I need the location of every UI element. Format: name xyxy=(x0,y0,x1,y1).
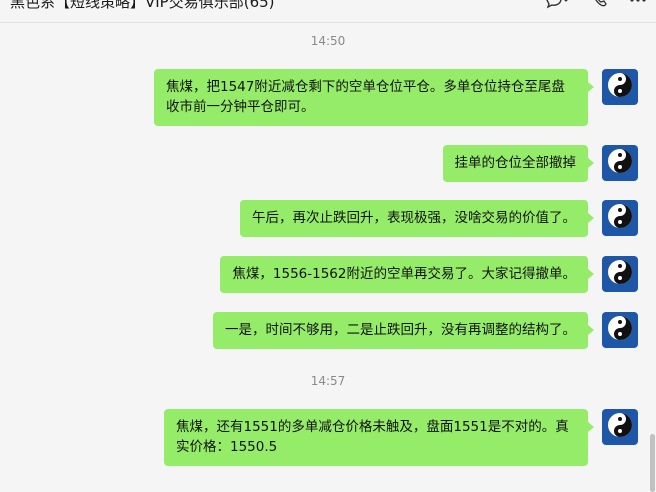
message-row: 一是，时间不够用，二是止跌回升，没有再调整的结构了。 xyxy=(213,312,638,349)
avatar[interactable] xyxy=(602,256,638,292)
scrollbar[interactable] xyxy=(650,22,656,492)
message-bubble[interactable]: 挂单的仓位全部撤掉 xyxy=(442,145,594,182)
chat-title: 黑色系【短线策略】VIP交易俱乐部(65) xyxy=(10,0,275,11)
message-bubble[interactable]: 一是，时间不够用，二是止跌回升，没有再调整的结构了。 xyxy=(213,312,594,349)
avatar[interactable] xyxy=(602,409,638,445)
message-bubble[interactable]: 焦煤，还有1551的多单减仓价格未触及，盘面1551是不对的。真实价格：1550… xyxy=(164,409,594,466)
yin-yang-icon xyxy=(606,147,634,179)
message-bubble[interactable]: 焦煤，把1547附近减仓剩下的空单仓位平仓。多单仓位持仓至尾盘收市前一分钟平仓即… xyxy=(154,69,594,126)
avatar[interactable] xyxy=(602,312,638,348)
timestamp: 14:50 xyxy=(310,34,346,48)
avatar[interactable] xyxy=(602,69,638,105)
message-row: 午后，再次止跌回升，表现极强，没啥交易的价值了。 xyxy=(240,200,638,237)
title-actions xyxy=(544,0,646,10)
title-bar: 黑色系【短线策略】VIP交易俱乐部(65) xyxy=(0,0,656,23)
timestamp: 14:57 xyxy=(310,374,346,388)
yin-yang-icon xyxy=(606,202,634,234)
yin-yang-icon xyxy=(606,71,634,103)
message-row: 焦煤，把1547附近减仓剩下的空单仓位平仓。多单仓位持仓至尾盘收市前一分钟平仓即… xyxy=(154,69,638,126)
message-bubble[interactable]: 焦煤，1556-1562附近的空单再交易了。大家记得撤单。 xyxy=(220,256,594,293)
yin-yang-icon xyxy=(606,314,634,346)
more-icon[interactable] xyxy=(630,0,646,10)
message-row: 挂单的仓位全部撤掉 xyxy=(442,145,638,182)
avatar[interactable] xyxy=(602,200,638,236)
yin-yang-icon xyxy=(606,411,634,443)
chat-icon[interactable] xyxy=(544,0,570,10)
yin-yang-icon xyxy=(606,258,634,290)
message-bubble[interactable]: 午后，再次止跌回升，表现极强，没啥交易的价值了。 xyxy=(240,200,594,237)
message-row: 焦煤，还有1551的多单减仓价格未触及，盘面1551是不对的。真实价格：1550… xyxy=(164,409,638,466)
avatar[interactable] xyxy=(602,145,638,181)
message-row: 焦煤，1556-1562附近的空单再交易了。大家记得撤单。 xyxy=(220,256,638,293)
scrollbar-thumb[interactable] xyxy=(650,434,655,492)
phone-icon[interactable] xyxy=(592,0,608,10)
